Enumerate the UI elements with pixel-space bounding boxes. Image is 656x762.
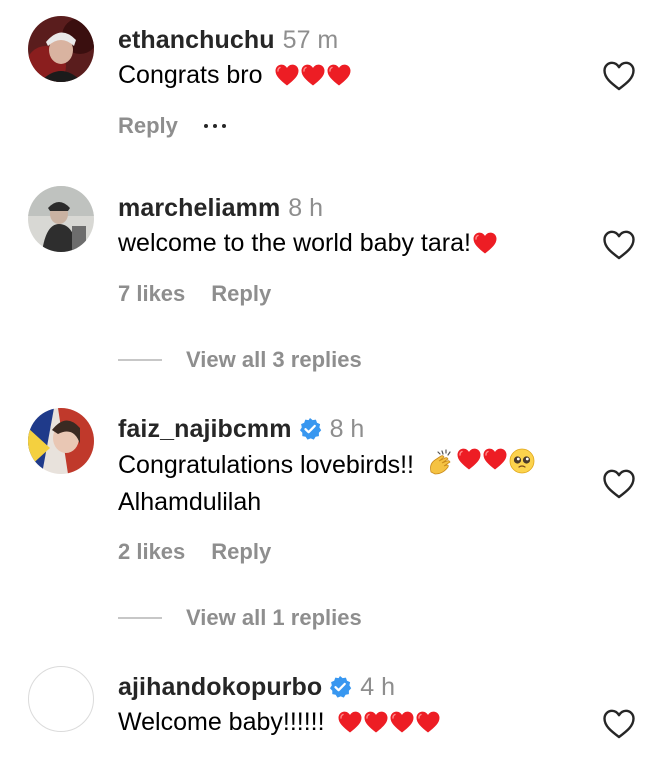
avatar[interactable] — [28, 16, 94, 82]
red-heart-emoji-icon — [416, 711, 440, 733]
username[interactable]: ajihandokopurbo — [118, 672, 322, 702]
avatar[interactable] — [28, 408, 94, 474]
avatar[interactable] — [28, 186, 94, 252]
comment-text: Congratulations lovebirds!! — [118, 448, 535, 482]
red-heart-emoji-icon — [301, 64, 325, 86]
red-heart-emoji-icon — [338, 711, 362, 733]
view-replies-label: View all 1 replies — [186, 605, 362, 630]
comment-time[interactable]: 57 m — [283, 25, 339, 55]
red-heart-emoji-icon — [457, 448, 481, 470]
divider-line — [118, 617, 162, 619]
reply-button[interactable]: Reply — [211, 281, 271, 307]
clapping-hands-emoji-icon — [430, 449, 451, 475]
comment-item: faiz_najibcmm 8 h Congratulations lovebi… — [0, 390, 656, 646]
comment-item: ajihandokopurbo 4 h Welcome baby!!!!!! — [0, 646, 656, 762]
comment-time[interactable]: 4 h — [360, 672, 395, 702]
username[interactable]: marcheliamm — [118, 193, 280, 223]
comment-header: ethanchuchu 57 m — [118, 25, 338, 55]
reply-button[interactable]: Reply — [211, 539, 271, 565]
comment-header: ajihandokopurbo 4 h — [118, 672, 395, 702]
view-replies-button[interactable]: View all 1 replies — [118, 605, 362, 631]
likes-count[interactable]: 2 likes — [118, 539, 185, 565]
username[interactable]: faiz_najibcmm — [118, 414, 292, 444]
comment-text-content: Welcome baby!!!!!! — [118, 708, 325, 736]
likes-count[interactable]: 7 likes — [118, 281, 185, 307]
emoji-group — [473, 232, 499, 254]
comment-actions: Reply — [118, 113, 226, 139]
like-comment-heart-icon[interactable] — [602, 60, 636, 92]
comment-actions: 2 likes Reply — [118, 539, 291, 565]
comment-actions: 7 likes Reply — [118, 281, 291, 307]
red-heart-emoji-icon — [364, 711, 388, 733]
view-replies-button[interactable]: View all 3 replies — [118, 347, 362, 373]
red-heart-emoji-icon — [473, 232, 497, 254]
verified-badge-icon — [298, 417, 322, 441]
comment-item: marcheliamm 8 h welcome to the world bab… — [0, 170, 656, 390]
avatar-image — [28, 16, 94, 82]
verified-badge-icon — [328, 675, 352, 699]
like-comment-heart-icon[interactable] — [602, 708, 636, 740]
comment-text-line2: Alhamdulilah — [118, 488, 262, 516]
comment-text-content: welcome to the world baby tara! — [118, 229, 471, 257]
comment-text-content: Congratulations lovebirds!! — [118, 451, 414, 479]
comment-text: Welcome baby!!!!!! — [118, 705, 442, 739]
view-replies-label: View all 3 replies — [186, 347, 362, 372]
comment-header: faiz_najibcmm 8 h — [118, 414, 364, 444]
like-comment-heart-icon[interactable] — [602, 229, 636, 261]
comment-text: welcome to the world baby tara! — [118, 226, 499, 260]
red-heart-emoji-icon — [275, 64, 299, 86]
red-heart-emoji-icon — [327, 64, 351, 86]
emoji-group — [338, 711, 442, 733]
red-heart-emoji-icon — [390, 711, 414, 733]
divider-line — [118, 359, 162, 361]
comment-text-content: Congrats bro — [118, 61, 263, 89]
red-heart-emoji-icon — [483, 448, 507, 470]
comment-text: Congrats bro — [118, 58, 353, 92]
pleading-face-emoji-icon — [509, 448, 535, 474]
reply-button[interactable]: Reply — [118, 113, 178, 139]
comment-time[interactable]: 8 h — [330, 414, 365, 444]
avatar[interactable] — [28, 666, 94, 732]
username[interactable]: ethanchuchu — [118, 25, 275, 55]
comment-item: ethanchuchu 57 m Congrats bro Reply — [0, 0, 656, 170]
avatar-image — [28, 408, 94, 474]
like-comment-heart-icon[interactable] — [602, 468, 636, 500]
avatar-image — [28, 186, 94, 252]
comment-header: marcheliamm 8 h — [118, 193, 323, 223]
emoji-group — [427, 448, 535, 476]
emoji-group — [275, 64, 353, 86]
comment-time[interactable]: 8 h — [288, 193, 323, 223]
more-options-icon[interactable] — [203, 124, 226, 128]
